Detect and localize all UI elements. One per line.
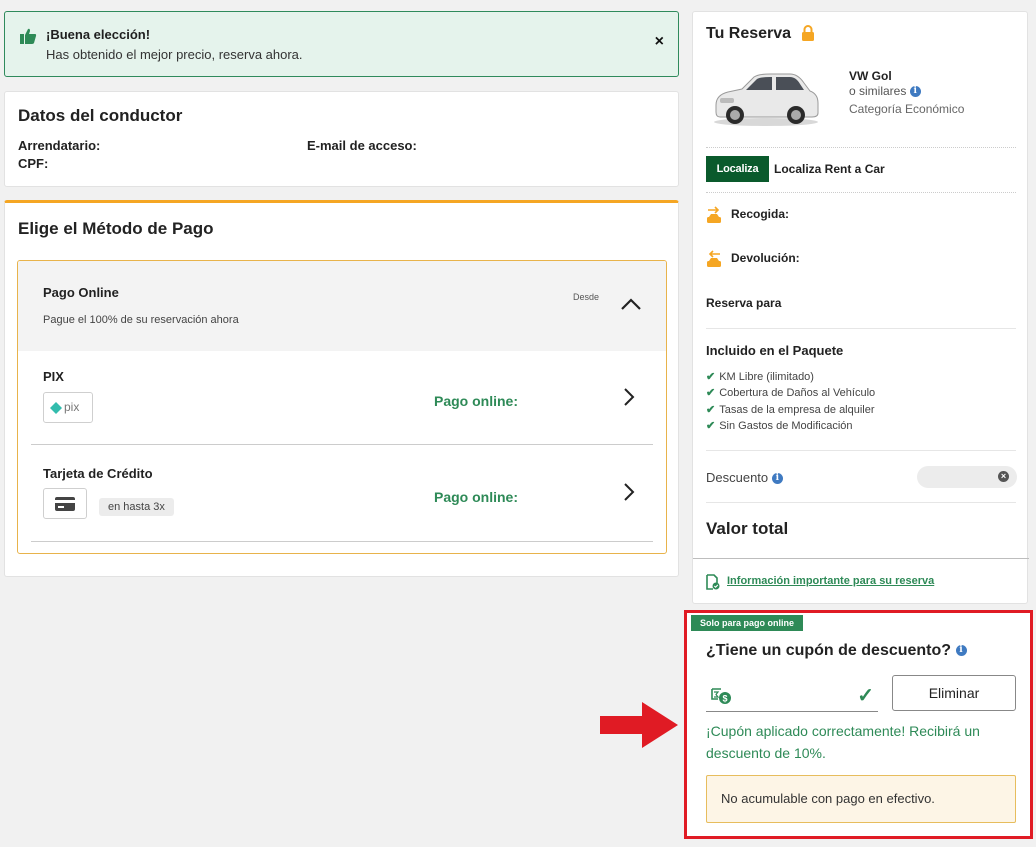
list-item: ✔ Tasas de la empresa de alquiler bbox=[706, 403, 875, 419]
check-icon: ✔ bbox=[706, 403, 716, 416]
pickup-label: Recogida: bbox=[731, 207, 790, 221]
alert-message: Has obtenido el mejor precio, reserva ah… bbox=[46, 47, 303, 62]
discount-label: Descuento i bbox=[706, 470, 783, 485]
total-label: Valor total bbox=[706, 519, 789, 538]
reservation-summary: Tu Reserva VW Gol o similares i Categorí… bbox=[692, 11, 1029, 604]
divider bbox=[706, 147, 1016, 148]
lock-icon bbox=[802, 25, 814, 41]
close-icon[interactable]: × bbox=[655, 34, 664, 50]
check-icon: ✔ bbox=[706, 419, 716, 432]
coupon-title: ¿Tiene un cupón de descuento? i bbox=[706, 642, 967, 660]
included-list: ✔ KM Libre (ilimitado) ✔ Cobertura de Daño… bbox=[706, 370, 875, 435]
pix-logo-text: pix bbox=[64, 400, 80, 414]
credit-card-label: Tarjeta de Crédito bbox=[43, 466, 153, 481]
chevron-right-icon[interactable] bbox=[622, 387, 636, 407]
check-icon: ✔ bbox=[706, 387, 716, 400]
pix-label: PIX bbox=[43, 369, 64, 384]
pix-icon bbox=[50, 402, 62, 414]
included-item-text: Sin Gastos de Modificación bbox=[719, 419, 853, 432]
coupon-success-message: ¡Cupón aplicado correctamente! Recibirá … bbox=[706, 723, 980, 761]
info-icon[interactable]: i bbox=[909, 86, 921, 98]
divider bbox=[706, 328, 1016, 329]
thumbs-up-icon bbox=[20, 28, 37, 44]
check-icon: ✔ bbox=[706, 371, 716, 383]
check-icon: ✓ bbox=[857, 685, 874, 707]
discount-pill: × bbox=[917, 466, 1017, 488]
credit-card-badge bbox=[43, 488, 87, 519]
email-label: E-mail de acceso: bbox=[307, 138, 417, 153]
included-item-text: Cobertura de Daños al Vehículo bbox=[719, 387, 876, 400]
reserve-for-label: Reserva para bbox=[706, 296, 782, 310]
included-title: Incluido en el Paquete bbox=[706, 343, 844, 358]
driver-data-card: Datos del conductor Arrendatario: E-mail… bbox=[4, 91, 679, 187]
remove-coupon-button[interactable]: Eliminar bbox=[892, 675, 1016, 711]
coupon-title-text: ¿Tiene un cupón de descuento? bbox=[706, 642, 952, 659]
similar-text: o similares bbox=[849, 84, 907, 98]
included-item-text: KM Libre (ilimitado) bbox=[719, 371, 814, 383]
online-payment-title: Pago Online bbox=[43, 285, 119, 300]
payment-option-credit-card[interactable]: Tarjeta de Crédito en hasta 3x Pago onli… bbox=[31, 446, 653, 543]
success-alert: ¡Buena elección! Has obtenido el mejor p… bbox=[4, 11, 679, 77]
online-only-tag: Solo para pago online bbox=[691, 615, 804, 631]
divider bbox=[706, 450, 1016, 451]
info-icon[interactable]: i bbox=[771, 473, 783, 485]
reservation-title: Tu Reserva bbox=[706, 25, 792, 42]
remove-discount-icon[interactable]: × bbox=[998, 471, 1009, 482]
document-check-icon bbox=[706, 574, 720, 590]
pix-status: Pago online: bbox=[434, 393, 518, 409]
divider bbox=[693, 558, 1029, 559]
credit-card-status: Pago online: bbox=[434, 489, 518, 505]
divider bbox=[706, 192, 1016, 193]
car-name: VW Gol bbox=[849, 69, 892, 83]
payment-method-card: Elige el Método de Pago Pago Online Pagu… bbox=[4, 200, 679, 577]
localiza-logo: Localiza bbox=[706, 156, 769, 182]
payment-options-box: Pago Online Pague el 100% de su reservac… bbox=[17, 260, 667, 554]
coupon-input[interactable]: $ ✓ bbox=[706, 677, 878, 712]
car-image bbox=[714, 73, 819, 126]
pix-logo: pix bbox=[43, 392, 93, 423]
divider bbox=[31, 541, 653, 542]
car-similar: o similares i bbox=[849, 84, 921, 98]
coupon-note: No acumulable con pago en efectivo. bbox=[706, 775, 1016, 823]
return-label: Devolución: bbox=[731, 251, 800, 265]
return-icon bbox=[707, 250, 721, 267]
renter-label: Arrendatario: bbox=[18, 138, 101, 153]
divider bbox=[706, 502, 1016, 503]
arrow-right-icon bbox=[600, 702, 678, 748]
driver-title: Datos del conductor bbox=[18, 106, 183, 125]
info-icon[interactable]: i bbox=[955, 645, 967, 657]
list-item: ✔ Sin Gastos de Modificación bbox=[706, 419, 875, 435]
company-name: Localiza Rent a Car bbox=[774, 162, 885, 176]
cpf-label: CPF: bbox=[18, 156, 49, 171]
installments-chip: en hasta 3x bbox=[99, 498, 174, 516]
pickup-icon bbox=[707, 206, 721, 223]
svg-text:$: $ bbox=[722, 694, 727, 704]
list-item: ✔ Cobertura de Daños al Vehículo bbox=[706, 386, 875, 402]
car-category: Categoría Económico bbox=[849, 102, 965, 116]
included-item-text: Tasas de la empresa de alquiler bbox=[719, 403, 875, 416]
coupon-section: Solo para pago online ¿Tiene un cupón de… bbox=[684, 610, 1033, 839]
list-item: ✔ KM Libre (ilimitado) bbox=[706, 370, 875, 386]
desde-label: Desde bbox=[573, 292, 600, 302]
payment-title: Elige el Método de Pago bbox=[18, 219, 214, 238]
chevron-up-icon[interactable] bbox=[620, 297, 642, 311]
online-payment-subtitle: Pague el 100% de su reservación ahora bbox=[43, 314, 239, 326]
payment-option-pix[interactable]: PIX pix Pago online: bbox=[31, 351, 653, 446]
chevron-right-icon[interactable] bbox=[622, 482, 636, 502]
divider bbox=[31, 444, 653, 445]
alert-title: ¡Buena elección! bbox=[46, 27, 151, 42]
discount-text: Descuento bbox=[706, 470, 769, 485]
important-info-link[interactable]: Información importante para su reserva bbox=[727, 575, 934, 587]
credit-card-icon bbox=[55, 497, 75, 511]
coupon-icon: $ bbox=[711, 688, 731, 704]
online-payment-header[interactable]: Pago Online Pague el 100% de su reservac… bbox=[18, 261, 666, 351]
